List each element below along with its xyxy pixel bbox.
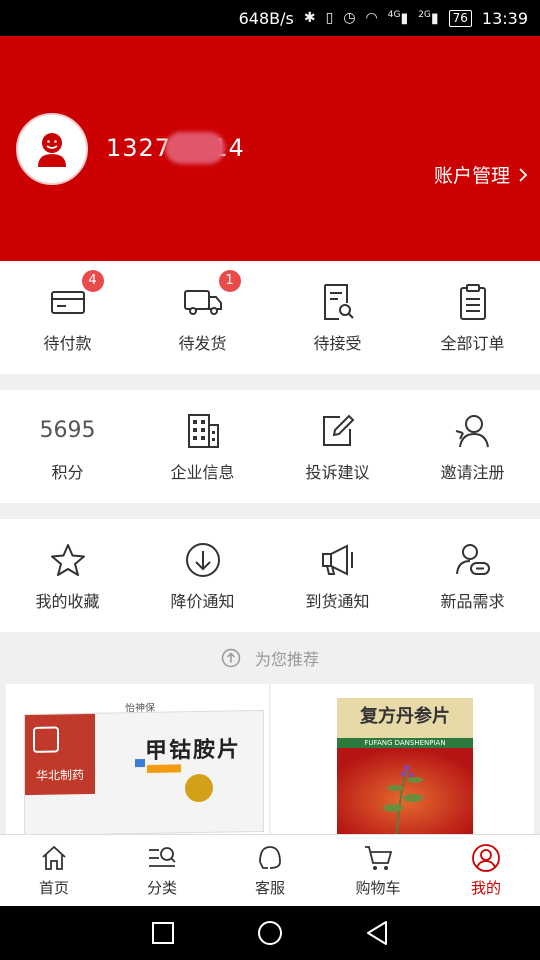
chevron-right-icon <box>519 167 528 182</box>
account-management-link[interactable]: 账户管理 <box>434 161 528 188</box>
clipboard-icon <box>459 283 486 320</box>
feedback-cell[interactable]: 投诉建议 <box>270 390 405 503</box>
account-management-label: 账户管理 <box>433 165 510 187</box>
edit-icon <box>322 414 354 446</box>
bluetooth-icon: ✱ <box>303 10 316 26</box>
arrow-up-circle-icon <box>221 648 241 668</box>
battery-icon: 76 <box>448 9 472 27</box>
product-name: 复方丹参片 <box>337 698 473 738</box>
recommend-title: 为您推荐 <box>254 650 319 669</box>
badge: 4 <box>81 269 104 292</box>
user-icon <box>38 133 66 167</box>
status-bar: 648B/s ✱ ▯ ◷ ◠ 4G▮ 2G▮ 76 13:39 <box>0 0 540 36</box>
price-drop-cell[interactable]: 降价通知 <box>135 519 270 632</box>
product-list: 华北制药 怡神保 甲钴胺片 复方丹参片 FUFANG DANSHENPIAN <box>6 684 534 834</box>
order-all[interactable]: 全部订单 <box>405 261 540 374</box>
arrival-notice-cell[interactable]: 到货通知 <box>270 519 405 632</box>
clock: 13:39 <box>481 8 528 28</box>
profile-header: 1327 3214 账户管理 <box>0 36 540 261</box>
signal-icon: 4G▮ <box>387 9 409 27</box>
product-card[interactable]: 华北制药 怡神保 甲钴胺片 <box>6 684 269 834</box>
home-icon <box>42 845 66 870</box>
product-pinyin: FUFANG DANSHENPIAN <box>337 738 473 748</box>
points-cell[interactable]: 5695 积分 <box>0 390 135 503</box>
invite-user-icon <box>455 414 489 447</box>
bottom-tab-bar: 首页 分类 客服 购物车 我的 <box>0 834 540 906</box>
truck-icon <box>183 289 222 315</box>
invite-register-cell[interactable]: 邀请注册 <box>405 390 540 503</box>
wifi-icon: ◠ <box>365 10 378 26</box>
company-info-cell[interactable]: 企业信息 <box>135 390 270 503</box>
back-icon[interactable] <box>365 920 389 946</box>
megaphone-icon <box>321 543 353 576</box>
order-pending-payment[interactable]: 4 待付款 <box>0 261 135 374</box>
user-circle-icon <box>472 844 500 872</box>
tab-service[interactable]: 客服 <box>216 835 324 906</box>
building-icon <box>187 413 219 448</box>
tab-category[interactable]: 分类 <box>108 835 216 906</box>
user-message-icon <box>455 543 490 575</box>
badge: 1 <box>218 269 241 292</box>
dosage-strip <box>147 764 181 773</box>
new-product-request-cell[interactable]: 新品需求 <box>405 519 540 632</box>
points-value: 5695 <box>39 418 96 443</box>
favorites-cell[interactable]: 我的收藏 <box>0 519 135 632</box>
card-icon <box>50 290 85 314</box>
receipt-search-icon <box>323 283 354 320</box>
order-pending-receipt[interactable]: 待接受 <box>270 261 405 374</box>
arrow-down-circle-icon <box>185 542 220 577</box>
home-button-icon[interactable] <box>256 919 284 947</box>
product-image: 华北制药 怡神保 甲钴胺片 <box>24 703 264 834</box>
network-speed: 648B/s <box>238 8 294 28</box>
cart-icon <box>365 846 393 870</box>
recent-apps-icon[interactable] <box>151 921 175 945</box>
avatar[interactable] <box>16 113 88 185</box>
signal2-icon: 2G▮ <box>418 9 439 27</box>
tab-home[interactable]: 首页 <box>0 835 108 906</box>
tools-section: 我的收藏 降价通知 到货通知 新品需求 <box>0 519 540 632</box>
tab-mine[interactable]: 我的 <box>432 835 540 906</box>
order-section: 4 待付款 1 待发货 待接受 全部订单 <box>0 261 540 374</box>
seal-icon <box>185 773 213 803</box>
product-image: 复方丹参片 FUFANG DANSHENPIAN <box>337 698 473 834</box>
star-icon <box>50 543 85 576</box>
alarm-icon: ◷ <box>343 10 356 26</box>
category-icon <box>149 847 176 867</box>
system-nav-bar <box>0 906 540 960</box>
herb-illustration-icon <box>337 748 473 834</box>
product-series: 怡神保 <box>125 702 155 715</box>
headset-icon <box>259 846 281 869</box>
order-pending-shipment[interactable]: 1 待发货 <box>135 261 270 374</box>
product-name: 甲钴胺片 <box>145 737 242 764</box>
recommend-header: 为您推荐 <box>0 632 540 684</box>
dosage-mark <box>135 758 145 768</box>
product-card[interactable]: 复方丹参片 FUFANG DANSHENPIAN <box>271 684 534 834</box>
vibrate-icon: ▯ <box>325 10 334 26</box>
brand-logo <box>33 726 59 753</box>
services-section: 5695 积分 企业信息 投诉建议 邀请注册 <box>0 390 540 503</box>
tab-cart[interactable]: 购物车 <box>324 835 432 906</box>
privacy-blur <box>165 132 225 164</box>
